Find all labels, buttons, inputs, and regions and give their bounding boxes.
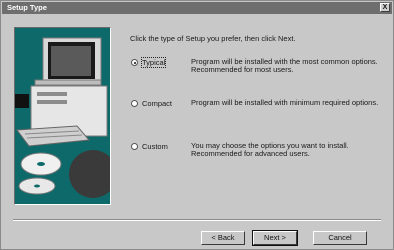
next-button[interactable]: Next >	[253, 231, 297, 245]
compact-label[interactable]: Compact	[142, 99, 172, 108]
compact-radio[interactable]	[131, 100, 138, 107]
custom-label[interactable]: Custom	[142, 142, 168, 151]
button-divider	[13, 219, 381, 221]
typical-label[interactable]: Typical	[140, 57, 167, 68]
window-title: Setup Type	[7, 3, 47, 12]
custom-radio[interactable]	[131, 143, 138, 150]
setup-illustration-graphic	[15, 28, 110, 204]
instruction-text: Click the type of Setup you prefer, then…	[130, 34, 296, 43]
back-button[interactable]: < Back	[201, 231, 245, 245]
typical-radio[interactable]	[131, 59, 138, 66]
compact-description: Program will be installed with minimum r…	[191, 98, 379, 107]
typical-description: Program will be installed with the most …	[191, 57, 378, 74]
computer-with-cds-illustration	[14, 27, 111, 205]
cancel-button[interactable]: Cancel	[313, 231, 367, 245]
setup-dialog: Setup Type X Click the type of Setup you…	[0, 0, 394, 250]
title-bar[interactable]: Setup Type X	[2, 2, 392, 14]
custom-description: You may choose the options you want to i…	[191, 141, 349, 158]
close-button[interactable]: X	[380, 3, 390, 12]
